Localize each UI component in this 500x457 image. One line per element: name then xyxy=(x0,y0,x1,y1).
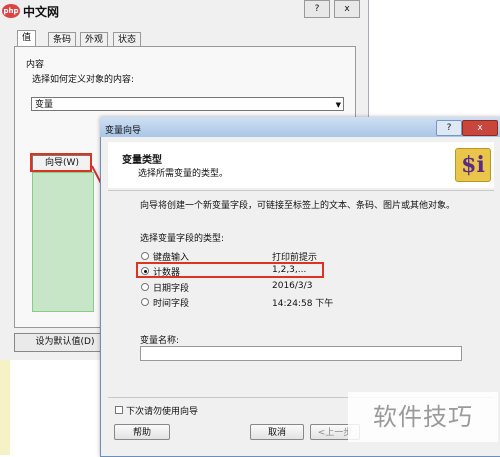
option-time-field-label: 时间字段 xyxy=(153,299,190,309)
dialog-title: 变量向导 xyxy=(105,126,142,136)
variable-name-label: 变量名称: xyxy=(140,336,180,346)
type-prompt: 选择变量字段的类型: xyxy=(140,234,225,244)
watermark: 软件技巧 xyxy=(348,392,498,442)
cancel-button[interactable]: 取消 xyxy=(250,424,304,440)
variable-logo-icon: $i xyxy=(455,148,491,182)
skip-wizard-label: 下次请勿使用向导 xyxy=(126,407,199,417)
radio-time-field[interactable] xyxy=(141,298,149,306)
option-date-field-example: 2016/3/3 xyxy=(272,281,313,291)
header-title: 变量类型 xyxy=(122,155,162,166)
option-time-field-example: 14:24:58 下午 xyxy=(272,299,334,309)
header-subtitle: 选择所需变量的类型。 xyxy=(138,169,229,179)
annotation-box-counter xyxy=(136,262,324,278)
variable-name-input[interactable] xyxy=(140,346,462,361)
option-date-field-label: 日期字段 xyxy=(153,284,190,294)
dialog-header xyxy=(108,142,494,188)
radio-date-field[interactable] xyxy=(141,283,149,291)
skip-wizard-checkbox[interactable] xyxy=(115,406,123,414)
wizard-description: 向导将创建一个新变量字段，可链接至标签上的文本、条码、图片或其他对象。 xyxy=(140,201,456,211)
radio-keyboard-input[interactable] xyxy=(141,252,149,260)
dialog-close-button[interactable]: x xyxy=(462,120,498,136)
header-divider xyxy=(108,190,494,191)
dialog-help-button[interactable]: ? xyxy=(436,120,462,136)
help-button[interactable]: 帮助 xyxy=(114,424,170,440)
